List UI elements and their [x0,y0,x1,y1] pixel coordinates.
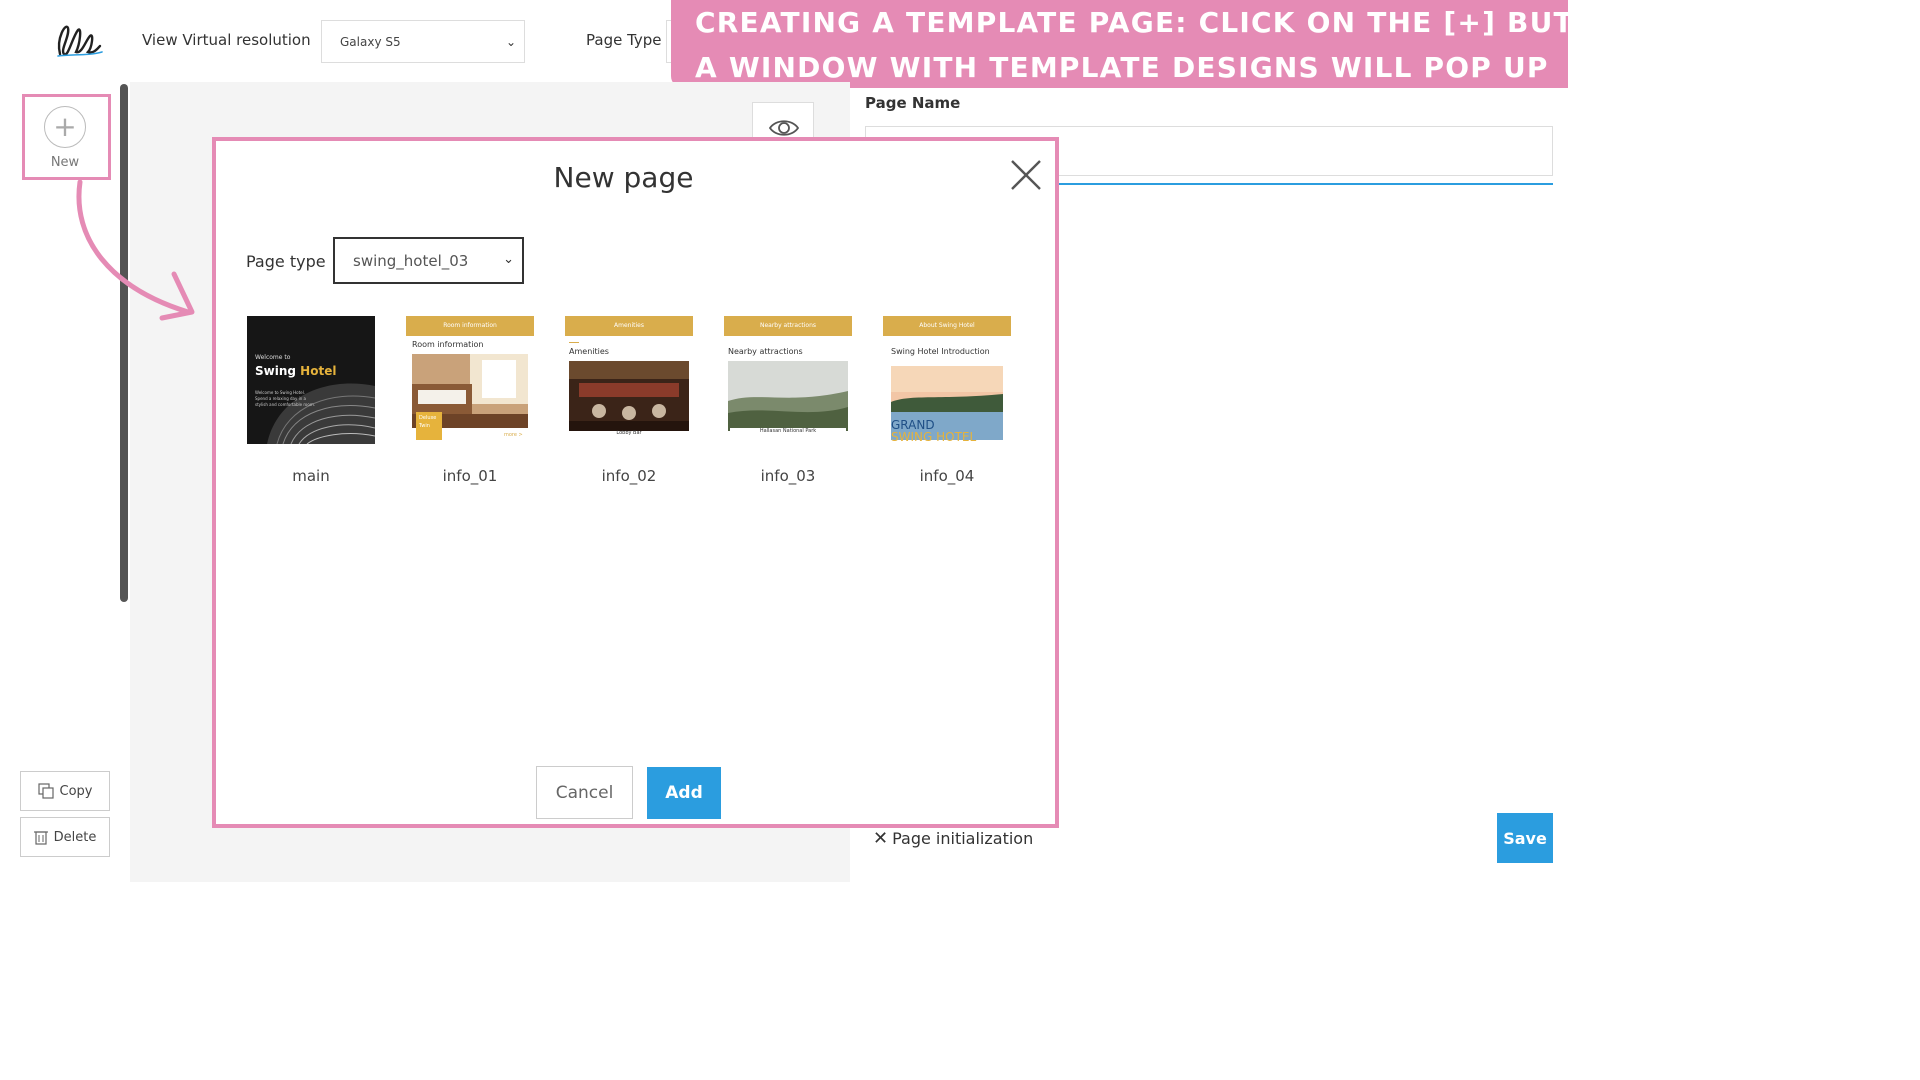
close-icon[interactable] [1008,157,1044,193]
template-thumb-info_04[interactable]: About Swing Hotel Swing Hotel Introducti… [883,316,1011,444]
save-button[interactable]: Save [1497,813,1553,863]
thumb-more-link: more > [504,432,523,438]
thumb-bar: Room information [406,316,534,336]
thumb-heading: Room information [412,340,484,349]
page-initialization-button[interactable]: ✕ Page initialization [873,828,1033,849]
template-label: info_02 [601,467,657,485]
thumb-body-text: Welcome to Swing Hotel. Spend a relaxing… [255,390,315,407]
thumb-divider [569,342,579,343]
copy-icon [37,783,54,799]
thumb-bar: Nearby attractions [724,316,852,336]
add-button[interactable]: Add [647,767,721,819]
close-icon: ✕ [873,828,889,849]
delete-label: Delete [53,829,97,845]
view-resolution-select[interactable]: Galaxy S5 ⌄ [321,20,525,63]
view-resolution-label: View Virtual resolution [142,31,311,49]
new-page-label: New [50,155,80,170]
sidebar-scrollbar[interactable] [120,84,128,602]
thumb-caption: Hallasan National Park [730,428,846,438]
chevron-down-icon: ⌄ [505,34,516,49]
instruction-banner: CREATING A TEMPLATE PAGE: CLICK ON THE [… [671,0,1657,88]
thumb-main-title: Swing Hotel [255,364,337,378]
cancel-button[interactable]: Cancel [536,766,633,819]
template-label: info_01 [442,467,498,485]
template-thumb-info_01[interactable]: Room information Room information Deluxe… [406,316,534,444]
mountain-image [728,361,848,431]
template-thumb-info_03[interactable]: Nearby attractions Nearby attractions Ha… [724,316,852,444]
modal-title: New page [553,161,694,194]
app-logo [57,25,103,57]
thumb-bar: About Swing Hotel [883,316,1011,336]
template-thumb-info_02[interactable]: Amenities Amenities Lobby Bar [565,316,693,444]
banner-line-1: CREATING A TEMPLATE PAGE: CLICK ON THE [… [695,6,1657,39]
hotel-building-image [247,316,375,444]
page-type-value: swing_hotel_03 [353,251,469,270]
view-resolution-value: Galaxy S5 [340,34,401,49]
thumb-small-title: Welcome to [255,354,291,361]
template-label: info_03 [760,467,816,485]
page-name-label: Page Name [865,94,961,112]
input-focus-underline [1058,183,1553,185]
copy-label: Copy [59,783,93,799]
plus-icon: + [53,110,77,143]
delete-button[interactable]: Delete [20,817,110,857]
page-type-label: Page type [246,252,326,271]
lobby-bar-image [569,361,689,431]
thumb-heading: Nearby attractions [728,347,803,356]
page-type-select[interactable]: swing_hotel_03 ⌄ [333,237,524,284]
thumb-bar: Amenities [565,316,693,336]
trash-icon [33,831,48,845]
template-label: main [292,467,330,485]
template-thumb-main[interactable]: Welcome to Swing Hotel Welcome to Swing … [247,316,375,444]
chevron-down-icon: ⌄ [503,252,514,267]
thumb-heading: Amenities [569,347,609,356]
add-page-button[interactable]: + [44,106,86,148]
arrow-icon [76,179,195,321]
thumb-caption: Lobby Bar [616,430,642,436]
thumb-heading: Swing Hotel Introduction [891,347,990,356]
thumb-tag-box: Deluxe Twin [416,412,442,440]
new-page-modal: New page Page type swing_hotel_03 ⌄ Welc… [212,137,1059,828]
page-type-label: Page Type [586,31,662,49]
template-label: info_04 [919,467,975,485]
copy-button[interactable]: Copy [20,771,110,811]
page-init-label: Page initialization [892,829,1034,848]
thumb-overlay-text: GRAND SWING HOTEL [891,418,977,444]
